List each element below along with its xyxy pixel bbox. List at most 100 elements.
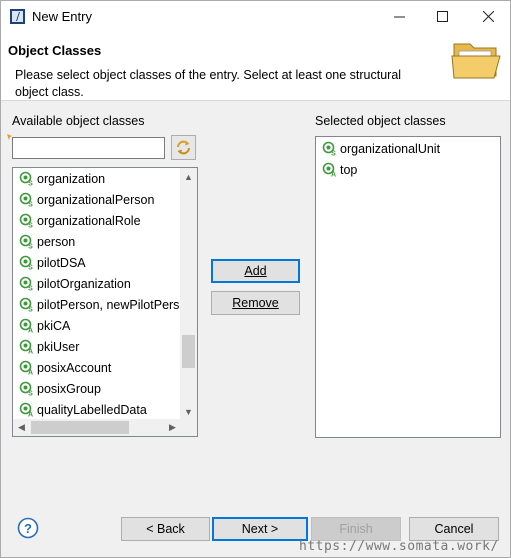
available-item-label: pkiUser [37,339,80,354]
close-button[interactable] [471,1,505,32]
available-item-label: posixGroup [37,381,101,396]
available-item-label: person [37,234,76,249]
object-class-icon: S [19,255,33,271]
object-class-icon: A [322,162,336,178]
remove-button[interactable]: Remove [211,291,300,315]
wizard-banner: Object Classes Please select object clas… [1,32,510,101]
add-button[interactable]: Add [211,259,300,283]
available-item-label: pkiCA [37,318,71,333]
title-bar: New Entry [1,1,510,32]
refresh-button[interactable] [171,135,196,160]
svg-text:S: S [331,151,336,157]
next-label: Next > [241,522,279,536]
available-list-item[interactable]: Sperson [13,231,181,252]
new-entry-dialog: New Entry Object Classes Please select o… [0,0,511,558]
svg-text:S: S [28,181,33,187]
cancel-label: Cancel [434,522,474,536]
object-class-icon: S [19,234,33,250]
hscroll-thumb[interactable] [31,421,129,434]
page-title: Object Classes [8,43,102,58]
refresh-icon [177,140,190,155]
available-object-classes-list[interactable]: Sorganization SorganizationalPerson Sorgan… [12,167,198,437]
scroll-corner [180,419,197,436]
maximize-icon [436,11,448,22]
available-item-label: organization [37,171,106,186]
folder-open-icon [451,43,501,79]
object-class-icon: S [19,297,33,313]
selected-list-item[interactable]: Atop [316,159,500,180]
selected-label: Selected object classes [315,114,446,128]
svg-text:S: S [28,265,33,271]
object-class-icon: A [19,402,33,418]
available-list-item[interactable]: AposixAccount [13,357,181,378]
svg-text:S: S [28,223,33,229]
finish-button[interactable]: Finish [311,517,401,541]
scroll-down-icon[interactable]: ▼ [180,403,197,420]
available-list-item[interactable]: AqualityLabelledData [13,399,181,420]
svg-text:S: S [28,391,33,397]
svg-text:A: A [28,412,33,418]
available-item-label: pilotDSA [37,255,86,270]
remove-label: Remove [232,296,279,310]
svg-text:S: S [28,307,33,313]
selected-item-label: top [340,162,358,177]
object-class-icon: S [19,381,33,397]
object-class-icon: A [19,318,33,334]
window-title: New Entry [32,9,92,24]
scroll-up-icon[interactable]: ▲ [180,168,197,185]
available-list-item[interactable]: SorganizationalPerson [13,189,181,210]
available-item-label: qualityLabelledData [37,402,147,417]
scroll-thumb[interactable] [182,335,195,368]
available-list-item[interactable]: SorganizationalRole [13,210,181,231]
object-class-icon: A [19,339,33,355]
page-description: Please select object classes of the entr… [15,68,402,99]
filter-input[interactable] [12,137,165,159]
object-class-icon: S [19,213,33,229]
svg-text:A: A [28,370,33,376]
selected-object-classes-list[interactable]: SorganizationalUnit Atop [315,136,501,438]
object-class-icon: A [19,360,33,376]
back-button[interactable]: < Back [121,517,210,541]
available-item-label: posixAccount [37,360,112,375]
vertical-scrollbar[interactable]: ▲ ▼ [180,168,197,420]
svg-text:A: A [28,349,33,355]
available-list-item[interactable]: Sorganization [13,168,181,189]
watermark: https://www.somata.work/ [299,539,499,554]
cancel-button[interactable]: Cancel [409,517,499,541]
object-class-icon: S [19,276,33,292]
svg-text:S: S [28,202,33,208]
scroll-right-icon[interactable]: ▶ [164,419,181,436]
svg-text:A: A [28,328,33,334]
available-item-label: pilotOrganization [37,276,131,291]
finish-label: Finish [339,522,373,536]
help-icon[interactable]: ? [17,517,39,539]
svg-text:S: S [28,244,33,250]
available-list-item[interactable]: SposixGroup [13,378,181,399]
svg-text:S: S [28,286,33,292]
maximize-button[interactable] [425,1,459,32]
available-item-label: organizationalRole [37,213,141,228]
next-button[interactable]: Next > [212,517,308,541]
back-label: < Back [146,522,185,536]
add-label: Add [244,264,267,278]
object-class-icon: S [19,171,33,187]
horizontal-scrollbar[interactable]: ◀ ▶ [13,419,181,436]
scroll-left-icon[interactable]: ◀ [13,419,30,436]
close-icon [482,11,494,22]
available-list-item[interactable]: SpilotDSA [13,252,181,273]
available-list-item[interactable]: SpilotOrganization [13,273,181,294]
object-class-icon: S [19,192,33,208]
selected-list-item[interactable]: SorganizationalUnit [316,138,500,159]
available-label: Available object classes [12,114,145,128]
minimize-button[interactable] [382,1,416,32]
selected-item-label: organizationalUnit [340,141,441,156]
available-list-item[interactable]: ApkiUser [13,336,181,357]
available-list-item[interactable]: SpilotPerson, newPilotPerson [13,294,181,315]
svg-text:?: ? [24,521,32,536]
available-item-label: organizationalPerson [37,192,155,207]
available-items: Sorganization SorganizationalPerson Sorgan… [13,168,181,420]
available-item-label: pilotPerson, newPilotPerson [37,297,181,312]
svg-text:A: A [331,172,336,178]
object-class-icon: S [322,141,336,157]
available-list-item[interactable]: ApkiCA [13,315,181,336]
